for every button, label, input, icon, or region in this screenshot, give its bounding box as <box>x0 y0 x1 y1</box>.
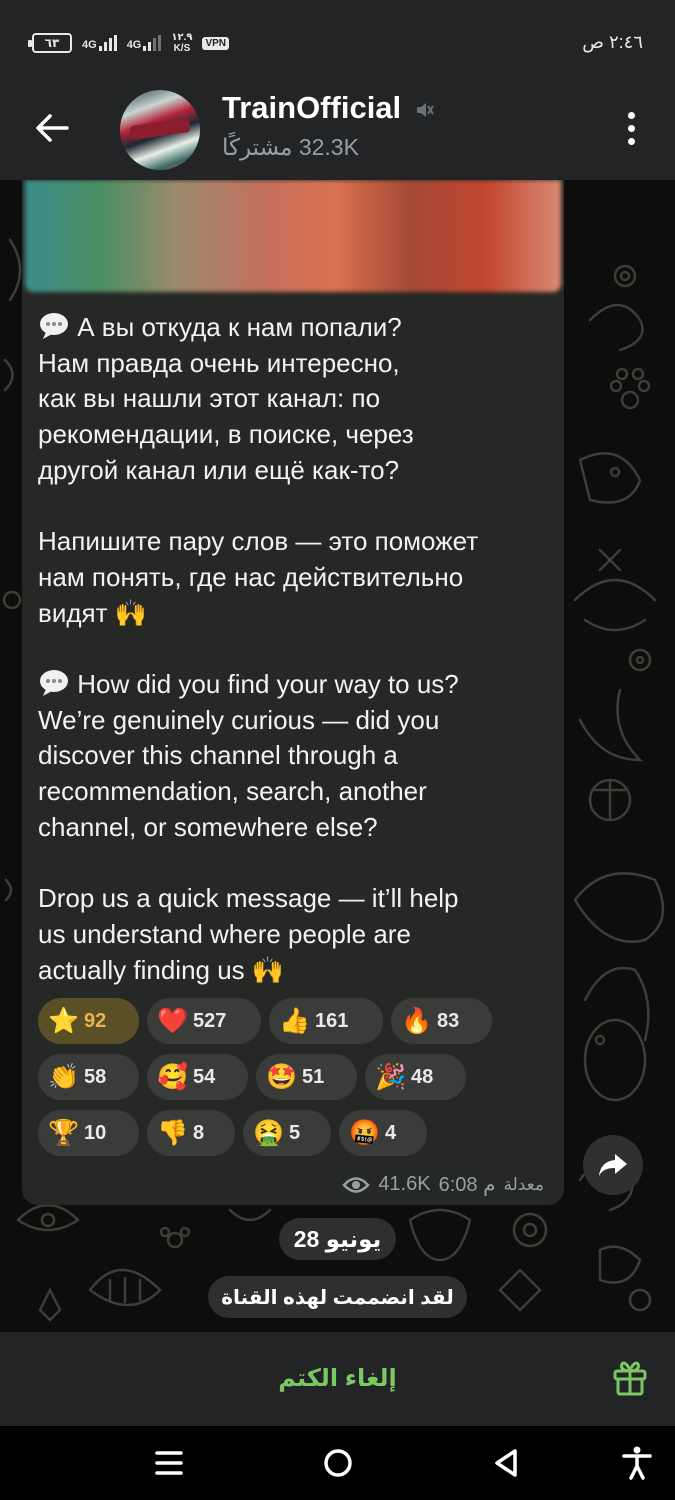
post-line: How did you find your way to us? <box>77 669 459 700</box>
post-line: рекомендации, в поиске, через <box>38 419 414 450</box>
reactions: ⭐ 92 ❤️ 527 👍 161 🔥 83 👏 58 🥰 54 🤩 51 🎉 48 🏆 10 👎… <box>38 998 558 1166</box>
reaction-cursing[interactable]: 🤬 4 <box>339 1110 427 1156</box>
reaction-fire[interactable]: 🔥 83 <box>391 998 492 1044</box>
eye-icon <box>342 1176 371 1193</box>
back-arrow-icon <box>36 114 69 142</box>
trophy-icon: 🏆 <box>48 1118 80 1147</box>
reaction-clap[interactable]: 👏 58 <box>38 1054 139 1100</box>
post-line: А вы откуда к нам попали? <box>77 312 402 342</box>
menu-lines-icon <box>155 1451 183 1475</box>
signal-strength-2: 4G <box>127 35 162 51</box>
reaction-row: 👏 58 🥰 54 🤩 51 🎉 48 <box>38 1054 558 1100</box>
reaction-thumbs-up[interactable]: 👍 161 <box>269 998 383 1044</box>
unmute-button[interactable]: إلغاء الكتم <box>200 1354 475 1402</box>
clock: ٢:٤٦ ص <box>582 32 643 52</box>
status-bar: ٦٣ 4G 4G ١٢.٩ K/S VPN ٢:٤٦ ص <box>0 0 675 82</box>
service-message: لقد انضممت لهذه القناة <box>208 1276 467 1318</box>
accessibility-button[interactable] <box>613 1439 661 1487</box>
reaction-trophy[interactable]: 🏆 10 <box>38 1110 139 1156</box>
nav-back-button[interactable] <box>482 1439 530 1487</box>
party-popper-icon: 🎉 <box>375 1062 407 1091</box>
thumbs-down-icon: 👎 <box>157 1118 189 1147</box>
post-line: recommendation, search, another <box>38 776 427 807</box>
clapping-hands-icon: 👏 <box>48 1062 80 1091</box>
post-line: channel, or somewhere else? <box>38 811 378 842</box>
fire-icon: 🔥 <box>401 1006 433 1035</box>
network-speed: ١٢.٩ K/S <box>171 32 193 54</box>
star-struck-icon: 🤩 <box>266 1062 298 1091</box>
post-line: Нам правда очень интересно, <box>38 347 400 378</box>
home-circle-icon <box>324 1449 352 1477</box>
back-button[interactable] <box>28 104 76 152</box>
channel-post[interactable]: А вы откуда к нам попали? Нам правда оче… <box>22 180 564 1205</box>
recent-apps-button[interactable] <box>145 1439 193 1487</box>
thumbs-up-icon: 👍 <box>279 1006 311 1035</box>
raised-hands-icon: 🙌 <box>251 954 285 985</box>
battery-indicator: ٦٣ <box>28 33 72 53</box>
edited-label: معدلة <box>503 1174 544 1194</box>
channel-title[interactable]: TrainOfficial <box>222 90 401 126</box>
heart-icon: ❤️ <box>157 1006 189 1035</box>
star-icon: ⭐ <box>48 1006 80 1035</box>
vpn-badge: VPN <box>202 36 230 50</box>
post-line: Drop us a quick message — it’ll help <box>38 883 459 914</box>
post-image[interactable] <box>25 180 561 292</box>
post-line: другой канал или ещё как-то? <box>38 454 400 485</box>
post-line: We’re genuinely curious — did you <box>38 704 440 735</box>
reaction-heart[interactable]: ❤️ 527 <box>147 998 261 1044</box>
speech-balloon-icon <box>40 313 68 339</box>
reaction-smiling-hearts[interactable]: 🥰 54 <box>147 1054 248 1100</box>
home-button[interactable] <box>314 1439 362 1487</box>
signal-bars-icon <box>143 35 162 51</box>
reaction-star[interactable]: ⭐ 92 <box>38 998 139 1044</box>
gift-button[interactable] <box>606 1354 654 1402</box>
reaction-row: ⭐ 92 ❤️ 527 👍 161 🔥 83 <box>38 998 558 1044</box>
subscriber-count: 32.3K مشتركًا <box>222 134 359 160</box>
cursing-face-icon: 🤬 <box>349 1118 381 1147</box>
view-count: 41.6K <box>378 1173 431 1195</box>
accessibility-icon <box>622 1446 652 1480</box>
reaction-vomiting[interactable]: 🤮 5 <box>243 1110 331 1156</box>
chat-area[interactable]: А вы откуда к нам попали? Нам правда оче… <box>0 180 675 1332</box>
reaction-row: 🏆 10 👎 8 🤮 5 🤬 4 <box>38 1110 558 1156</box>
more-options-button[interactable] <box>611 104 651 152</box>
muted-speaker-icon <box>417 103 434 117</box>
reaction-party[interactable]: 🎉 48 <box>365 1054 466 1100</box>
reaction-star-struck[interactable]: 🤩 51 <box>256 1054 357 1100</box>
share-arrow-icon <box>599 1154 627 1176</box>
share-button[interactable] <box>583 1135 643 1195</box>
reaction-thumbs-down[interactable]: 👎 8 <box>147 1110 235 1156</box>
date-separator: 28 يونيو <box>279 1218 396 1260</box>
post-line: us understand where people are <box>38 918 411 949</box>
chat-header: TrainOfficial 32.3K مشتركًا <box>0 82 675 180</box>
channel-avatar[interactable] <box>120 90 200 170</box>
post-time: م 6:08 <box>438 1174 496 1196</box>
gift-icon <box>613 1361 647 1396</box>
signal-strength-1: 4G <box>82 35 117 51</box>
smiling-face-hearts-icon: 🥰 <box>157 1062 189 1091</box>
post-line: нам понять, где нас действительно <box>38 561 464 592</box>
back-triangle-icon <box>495 1449 517 1477</box>
vomiting-face-icon: 🤮 <box>253 1118 285 1147</box>
post-line: видят <box>38 597 108 628</box>
status-icons: ٦٣ 4G 4G ١٢.٩ K/S VPN <box>28 32 230 54</box>
bottom-action-bar: إلغاء الكتم <box>0 1332 675 1426</box>
post-line: actually finding us <box>38 954 245 985</box>
post-text: А вы откуда к нам попали? Нам правда оче… <box>38 310 556 988</box>
signal-bars-icon <box>98 35 117 51</box>
post-line: как вы нашли этот канал: по <box>38 383 381 414</box>
post-line: discover this channel through a <box>38 740 398 771</box>
speech-balloon-icon <box>40 670 68 697</box>
system-navigation-bar <box>0 1426 675 1500</box>
raised-hands-icon: 🙌 <box>114 597 148 628</box>
more-vertical-icon <box>627 111 635 119</box>
post-meta: 41.6K م 6:08 معدلة <box>342 1172 544 1197</box>
post-line: Напишите пару слов — это поможет <box>38 526 479 557</box>
